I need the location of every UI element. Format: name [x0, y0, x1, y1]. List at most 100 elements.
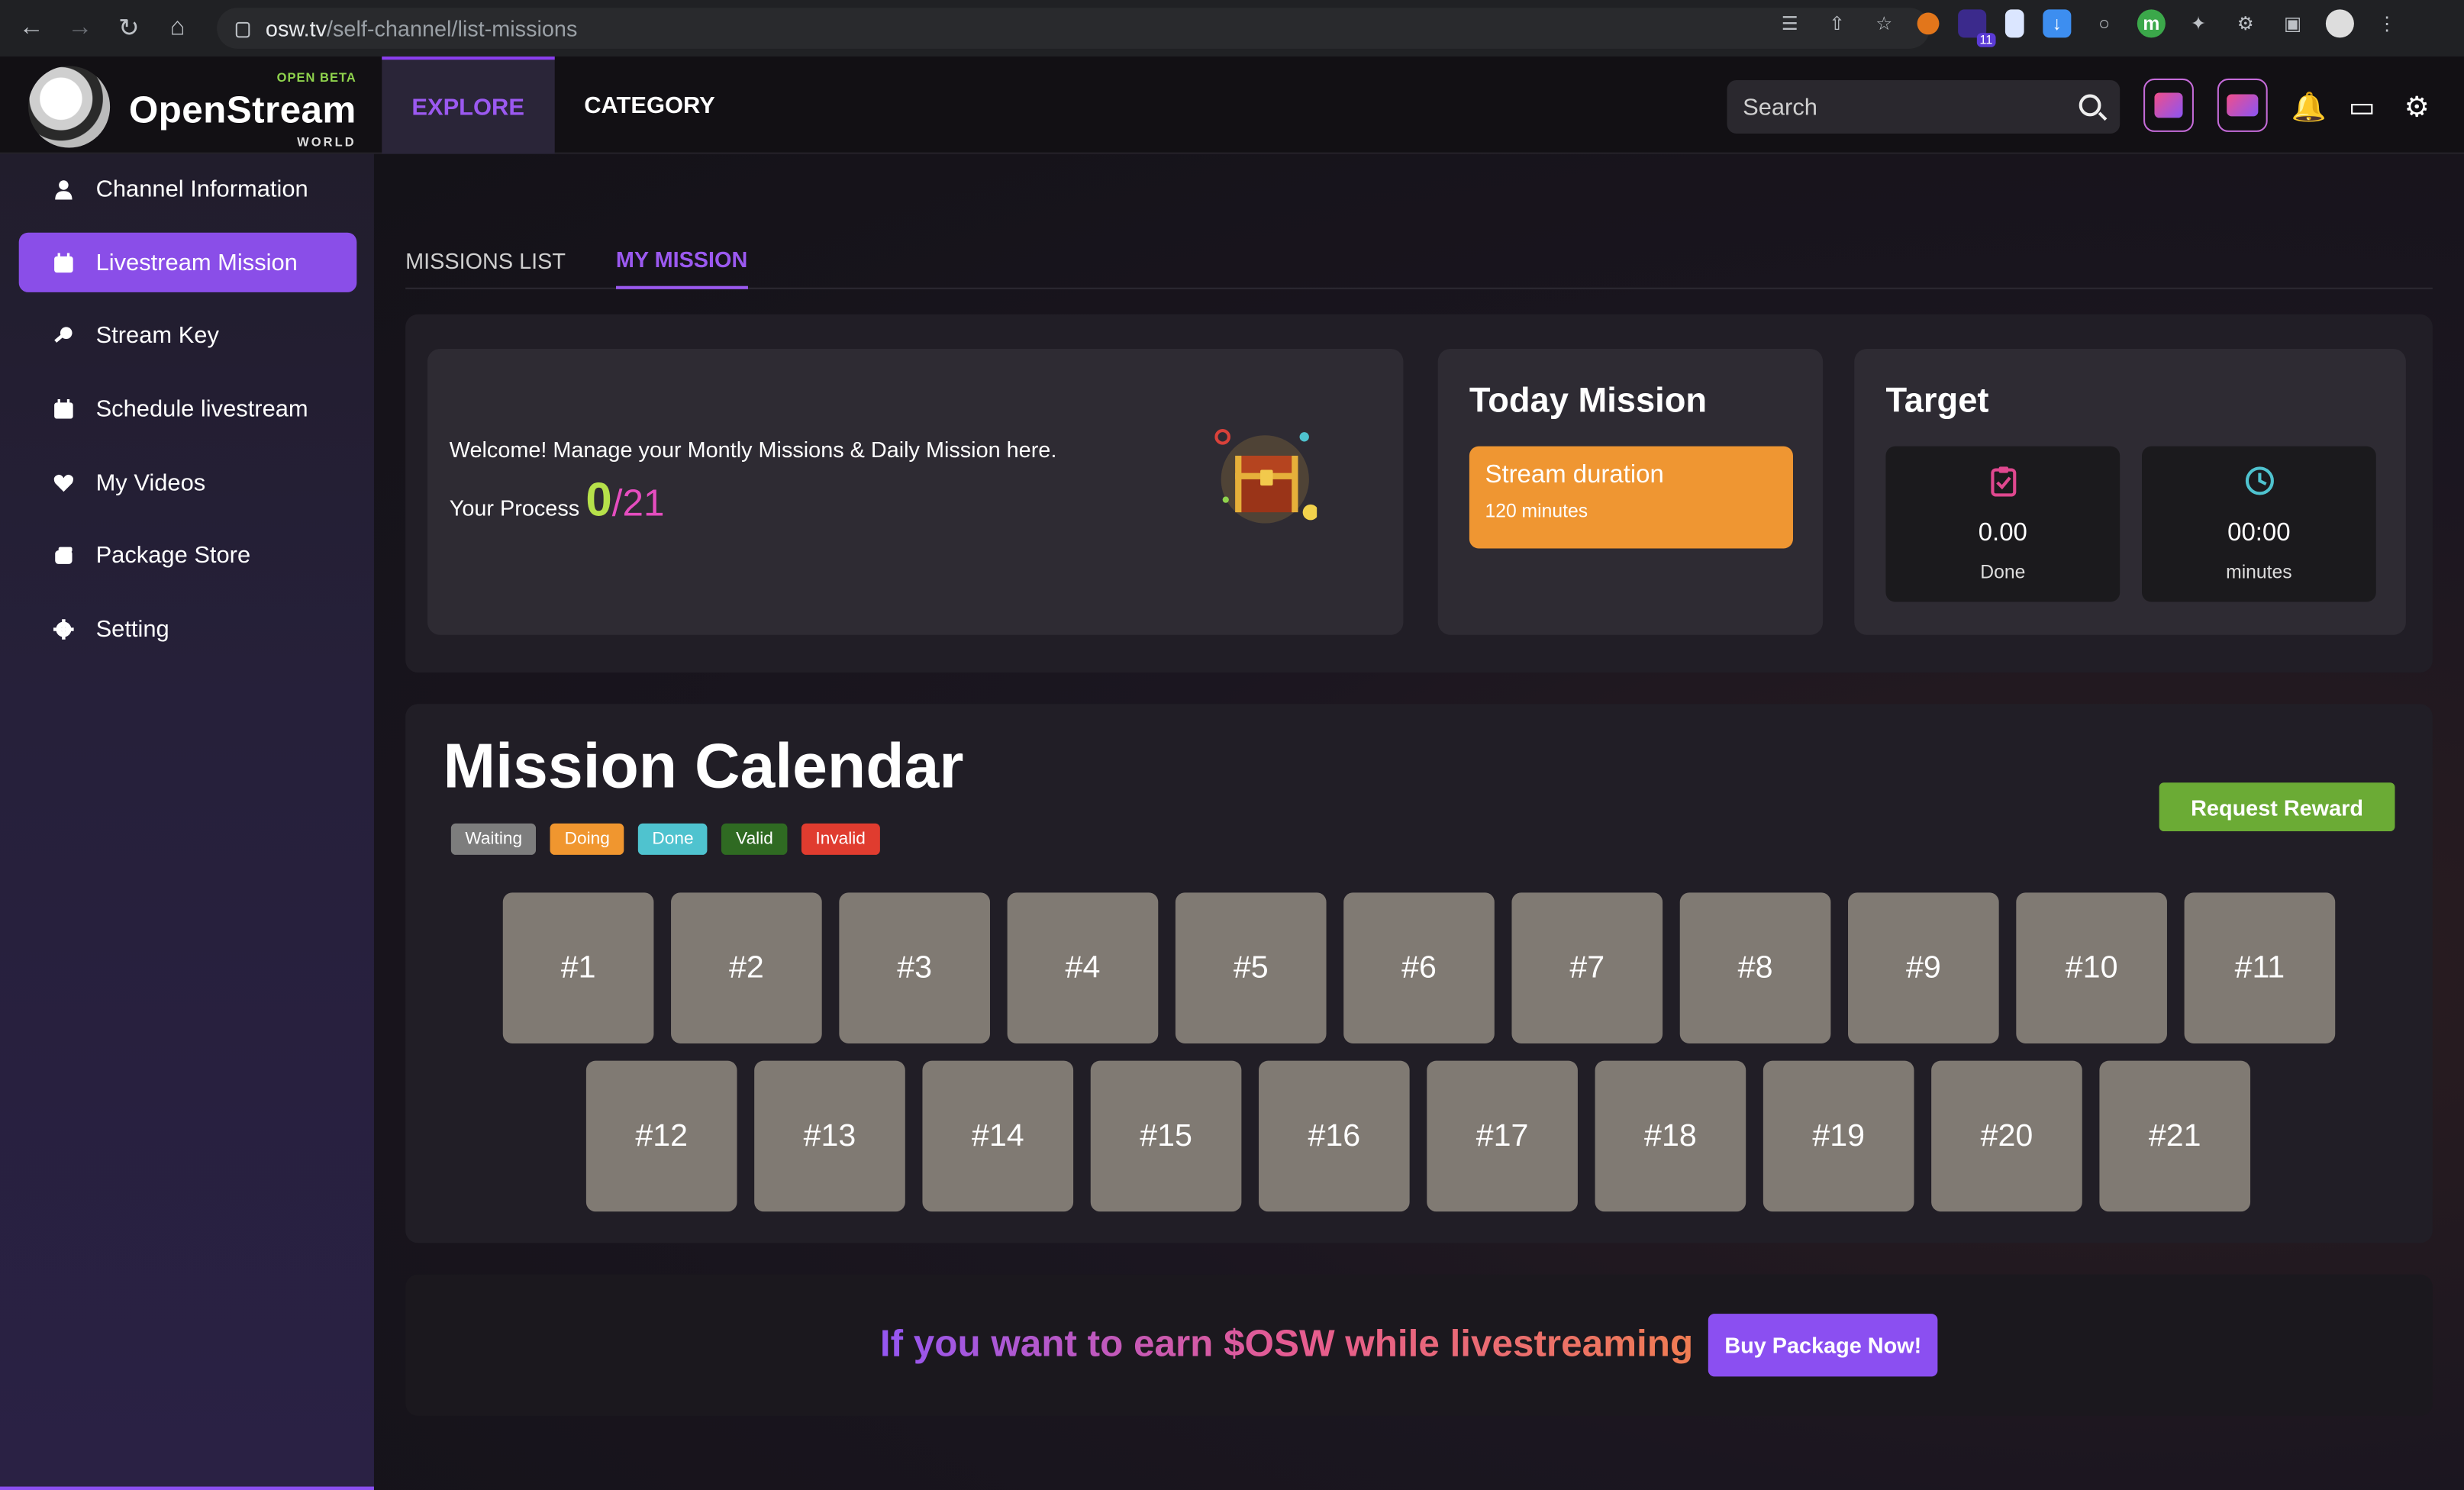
- target-minutes-value: 00:00: [2227, 520, 2291, 547]
- m-extension-icon[interactable]: m: [2137, 9, 2166, 38]
- video-camera-icon: [2227, 94, 2259, 117]
- app-header: OPEN BETA OpenStream WORLD EXPLORE CATEG…: [0, 56, 2464, 154]
- sidebar-item-my-videos[interactable]: My Videos: [19, 453, 357, 512]
- back-arrow-icon[interactable]: ←: [15, 11, 49, 45]
- circle-extension-icon[interactable]: ○: [2090, 9, 2118, 37]
- status-legend: Waiting Doing Done Valid Invalid: [450, 823, 880, 855]
- search-input[interactable]: Search: [1727, 79, 2121, 134]
- sidebar-item-setting[interactable]: Setting: [19, 598, 357, 658]
- sidebar-item-label: My Videos: [95, 469, 206, 496]
- document-icon[interactable]: [2004, 9, 2024, 38]
- sidebar-item-label: Channel Information: [95, 175, 308, 202]
- heart-icon: [53, 473, 74, 492]
- today-mission-item[interactable]: Stream duration 120 minutes: [1469, 446, 1793, 549]
- mission-tabs: MISSIONS LIST MY MISSION: [405, 233, 2433, 289]
- mission-slot[interactable]: #2: [671, 892, 822, 1043]
- mission-slot[interactable]: #16: [1259, 1060, 1410, 1212]
- mission-slot[interactable]: #20: [1931, 1060, 2082, 1212]
- mission-slot[interactable]: #3: [839, 892, 990, 1043]
- bell-icon[interactable]: 🔔: [2291, 91, 2327, 122]
- sidebar-item-label: Package Store: [95, 541, 251, 569]
- sidepanel-icon[interactable]: ▣: [2279, 9, 2307, 37]
- today-mission-title: Today Mission: [1469, 380, 1708, 420]
- sidebar-item-schedule-livestream[interactable]: Schedule livestream: [19, 379, 357, 438]
- reload-icon[interactable]: ↻: [111, 11, 146, 45]
- logo-wordmark: OPEN BETA OpenStream WORLD: [129, 71, 356, 150]
- sidebar: Channel Information Livestream Mission S…: [0, 153, 374, 1490]
- calendar-icon: [2154, 92, 2183, 118]
- lock-icon: [235, 21, 250, 38]
- request-reward-button[interactable]: Request Reward: [2159, 782, 2395, 832]
- mission-slot[interactable]: #13: [754, 1060, 905, 1212]
- profile-avatar[interactable]: [2325, 9, 2354, 38]
- logo-world: WORLD: [297, 135, 356, 150]
- url-domain: osw.tv: [265, 15, 327, 41]
- sidebar-collapse-button[interactable]: <: [0, 1486, 374, 1490]
- gear-icon[interactable]: ⚙: [2401, 91, 2433, 122]
- logo[interactable]: OPEN BETA OpenStream WORLD: [28, 66, 356, 150]
- mission-slot[interactable]: #8: [1679, 892, 1831, 1043]
- target-minutes-label: minutes: [2226, 560, 2292, 583]
- mission-slot[interactable]: #10: [2016, 892, 2167, 1043]
- mission-slot[interactable]: #18: [1595, 1060, 1746, 1212]
- welcome-card: Welcome! Manage your Montly Missions & D…: [427, 349, 1404, 635]
- mission-slot[interactable]: #7: [1511, 892, 1663, 1043]
- target-done-value: 0.00: [1978, 520, 2027, 547]
- main-content: MISSIONS LIST MY MISSION Welcome! Manage…: [373, 153, 2464, 1490]
- extension-area: ☰ ⇧ ☆ 11 ↓ ○ m ✦ ⚙ ▣ ⋮: [1775, 9, 2401, 47]
- tab-missions-list[interactable]: MISSIONS LIST: [405, 233, 566, 289]
- legend-invalid: Invalid: [801, 823, 880, 855]
- wallet-icon[interactable]: ▭: [2346, 91, 2378, 122]
- mission-detail: 120 minutes: [1485, 499, 1588, 522]
- share-icon[interactable]: ⇧: [1823, 9, 1851, 37]
- sidebar-item-package-store[interactable]: Package Store: [19, 525, 357, 585]
- puzzle-icon[interactable]: ⚙: [2231, 9, 2259, 37]
- process-row: Your Process 0 /21: [450, 475, 665, 528]
- buy-package-button[interactable]: Buy Package Now!: [1708, 1314, 1937, 1377]
- promo-row: If you want to earn $OSW while livestrea…: [880, 1314, 1937, 1377]
- mission-slot[interactable]: #15: [1090, 1060, 1242, 1212]
- metamask-icon[interactable]: [1917, 12, 1940, 35]
- process-total-count: /21: [611, 482, 665, 525]
- package-icon: [55, 546, 73, 563]
- today-mission-card: Today Mission Stream duration 120 minute…: [1437, 349, 1824, 635]
- mission-slot[interactable]: #17: [1427, 1060, 1578, 1212]
- sidebar-item-label: Livestream Mission: [95, 249, 298, 276]
- forward-arrow-icon[interactable]: →: [63, 11, 97, 45]
- download-icon[interactable]: ↓: [2043, 9, 2072, 38]
- go-live-button[interactable]: [2217, 78, 2268, 132]
- mission-slot[interactable]: #5: [1175, 892, 1327, 1043]
- mission-slot[interactable]: #12: [585, 1060, 737, 1212]
- top-nav: EXPLORE CATEGORY: [382, 56, 745, 154]
- key-icon: [54, 326, 73, 342]
- mission-slot[interactable]: #9: [1848, 892, 1999, 1043]
- mission-slot[interactable]: #19: [1763, 1060, 1914, 1212]
- nav-explore[interactable]: EXPLORE: [382, 56, 555, 154]
- mission-slot[interactable]: #4: [1007, 892, 1159, 1043]
- user-icon: [55, 179, 73, 199]
- nav-category[interactable]: CATEGORY: [554, 56, 745, 154]
- search-icon[interactable]: [2079, 94, 2101, 117]
- translate-icon[interactable]: ☰: [1775, 9, 1804, 37]
- extension-badge-icon[interactable]: 11: [1958, 9, 1996, 47]
- address-bar[interactable]: osw.tv/self-channel/list-missions: [217, 8, 1930, 49]
- kebab-menu-icon[interactable]: ⋮: [2373, 9, 2401, 37]
- mission-slot[interactable]: #11: [2184, 892, 2336, 1043]
- process-label: Your Process: [449, 495, 580, 521]
- star-icon[interactable]: ☆: [1870, 9, 1898, 37]
- target-title: Target: [1885, 380, 1989, 420]
- gear-icon: [53, 618, 74, 639]
- mission-slot[interactable]: #21: [2099, 1060, 2251, 1212]
- schedule-calendar-button[interactable]: [2143, 78, 2194, 132]
- tab-my-mission[interactable]: MY MISSION: [615, 233, 748, 289]
- feather-extension-icon[interactable]: ✦: [2185, 9, 2213, 37]
- home-icon[interactable]: ⌂: [160, 11, 195, 45]
- mission-slot[interactable]: #6: [1343, 892, 1495, 1043]
- sidebar-item-livestream-mission[interactable]: Livestream Mission: [18, 232, 357, 292]
- sidebar-item-stream-key[interactable]: Stream Key: [19, 305, 357, 364]
- target-minutes-box: 00:00 minutes: [2142, 446, 2376, 602]
- mission-slot[interactable]: #14: [922, 1060, 1074, 1212]
- sidebar-item-channel-information[interactable]: Channel Information: [19, 159, 357, 218]
- legend-done: Done: [637, 823, 708, 855]
- mission-slot[interactable]: #1: [502, 892, 654, 1043]
